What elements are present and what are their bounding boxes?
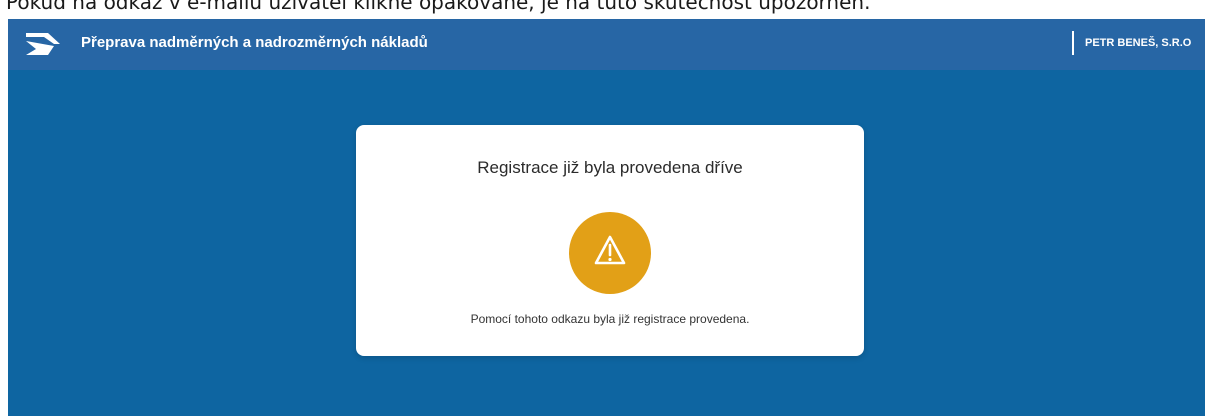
top-bar: Přeprava nadměrných a nadrozměrných nákl… xyxy=(8,19,1205,70)
notice-title: Registrace již byla provedena dříve xyxy=(477,158,743,177)
warning-icon xyxy=(569,212,651,294)
notice-message: Pomocí tohoto odkazu byla již registrace… xyxy=(470,312,750,326)
header-divider xyxy=(1072,31,1074,55)
app-title[interactable]: Přeprava nadměrných a nadrozměrných nákl… xyxy=(81,34,428,51)
caption-text: Pokud na odkaz v e-mailu uživatel klikne… xyxy=(6,0,871,14)
logo-arrow-icon[interactable] xyxy=(24,29,64,59)
company-name[interactable]: PETR BENEŠ, S.R.O xyxy=(1085,37,1191,49)
app-window: Přeprava nadměrných a nadrozměrných nákl… xyxy=(8,19,1205,416)
notice-card: Registrace již byla provedena dříve Pomo… xyxy=(356,125,864,356)
